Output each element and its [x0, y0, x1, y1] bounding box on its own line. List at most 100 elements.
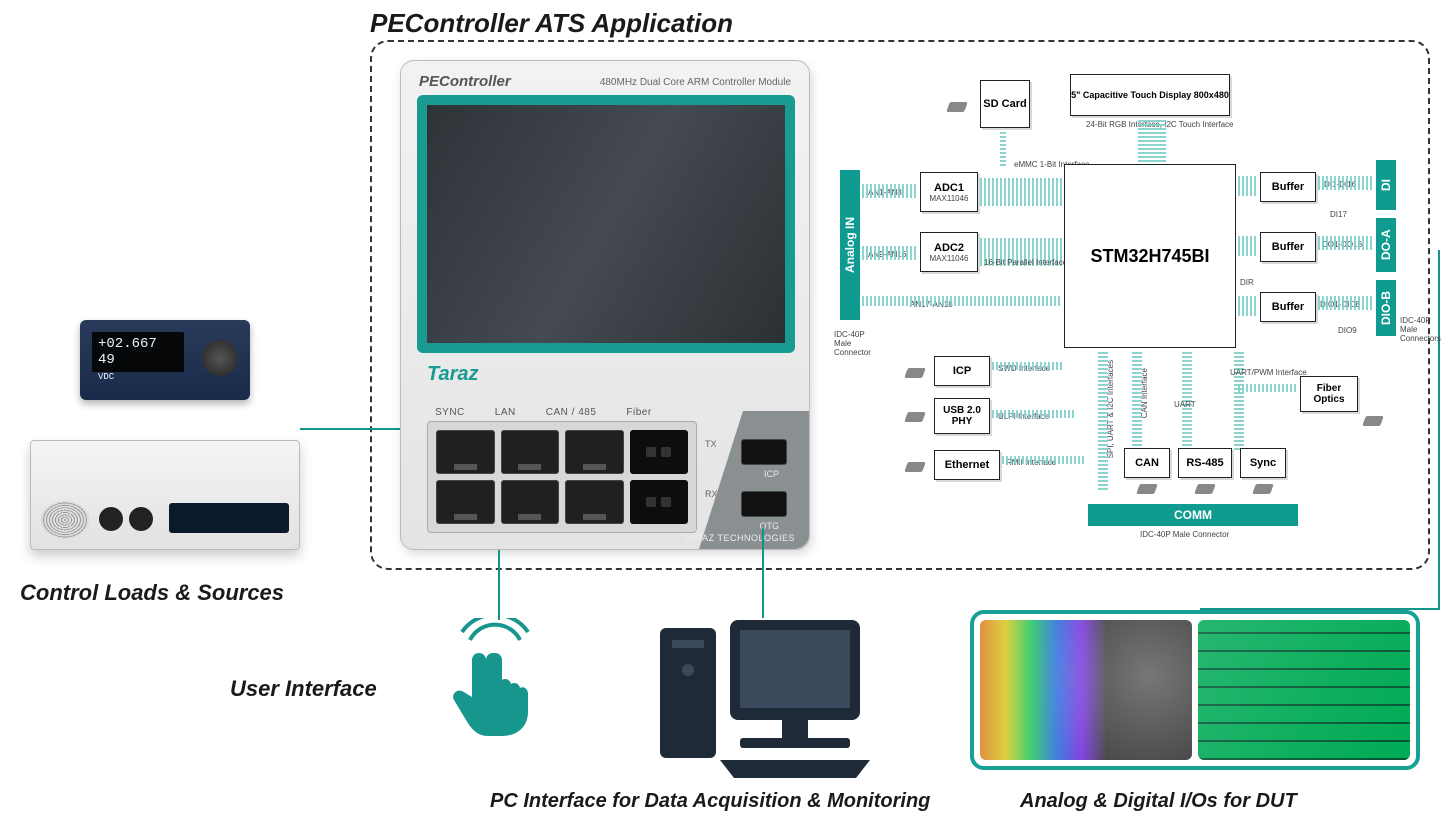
block-diagram: Analog IN IDC-40P Male Connector AN1-AN8…	[840, 60, 1420, 560]
flow-arrow-icon	[980, 178, 1064, 206]
fiber-block: Fiber Optics	[1300, 376, 1358, 412]
connector-icon	[1362, 416, 1384, 426]
rs485-label: RS-485	[1186, 457, 1223, 469]
flow-arrow-icon	[992, 410, 1074, 418]
eth-label: Ethernet	[945, 459, 990, 471]
can-label: CAN	[1135, 457, 1159, 469]
cpu-block: STM32H745BI	[1064, 164, 1236, 348]
icp-label: ICP	[953, 365, 971, 377]
tx-label: TX	[705, 439, 717, 449]
device-brand: Taraz	[427, 363, 479, 386]
flow-arrow-icon	[1138, 118, 1166, 166]
comm-bar: COMM	[1088, 504, 1298, 526]
adc2-label: ADC2	[934, 242, 964, 254]
buffer-label: Buffer	[1272, 181, 1304, 193]
fiber-label: Fiber Optics	[1301, 383, 1357, 405]
multimeter-knob-icon	[202, 340, 238, 376]
adc2-block: ADC2 MAX11046	[920, 232, 978, 272]
buffer-label: Buffer	[1272, 241, 1304, 253]
connector-icon	[946, 102, 968, 112]
connector-icon	[904, 368, 926, 378]
connector-icon	[1136, 484, 1158, 494]
connector-line	[300, 428, 400, 430]
device-footer: TARAZ TECHNOLOGIES	[683, 533, 795, 543]
port-label-lan: LAN	[495, 407, 516, 418]
multimeter-reading: +02.667 49	[98, 336, 157, 368]
connector-icon	[1252, 484, 1274, 494]
rs485-block: RS-485	[1178, 448, 1232, 478]
parallel-note: 16-Bit Parallel Interface	[984, 258, 1067, 267]
flow-arrow-icon	[1318, 236, 1374, 250]
connector-line	[1438, 250, 1440, 610]
dut-label: Analog & Digital I/Os for DUT	[1020, 790, 1297, 813]
adc2-sub: MAX11046	[930, 254, 969, 263]
pcb-photo-icon	[1198, 620, 1410, 760]
ui-label: User Interface	[230, 676, 377, 702]
pc-label: PC Interface for Data Acquisition & Moni…	[490, 790, 930, 813]
adc1-sub: MAX11046	[930, 194, 969, 203]
diagram-title: PEController ATS Application	[370, 8, 733, 39]
rack-display-icon	[169, 503, 289, 533]
fiber-port-icon	[630, 480, 689, 524]
dut-photo-box	[970, 610, 1420, 770]
flow-arrow-icon	[1318, 296, 1374, 310]
flow-arrow-icon	[1318, 176, 1374, 190]
rj45-port-icon	[565, 430, 624, 474]
eth-block: Ethernet	[934, 450, 1000, 480]
sd-label: SD Card	[983, 98, 1026, 110]
flow-arrow-icon	[1132, 350, 1142, 450]
connector-line	[762, 528, 764, 618]
device-corner-panel	[699, 411, 809, 549]
diob-bar: DIO-B	[1376, 280, 1396, 336]
oscilloscope-photo-icon	[980, 620, 1192, 760]
rj45-port-icon	[501, 480, 560, 524]
sync-block: Sync	[1240, 448, 1286, 478]
port-label-can: CAN / 485	[546, 407, 597, 418]
flow-arrow-icon	[1234, 350, 1244, 450]
sync-label: Sync	[1250, 457, 1276, 469]
usbphy-label: USB 2.0 PHY	[935, 405, 989, 427]
flow-arrow-icon	[862, 246, 918, 260]
multimeter-device: +02.667 49 VDC	[80, 320, 250, 400]
flow-arrow-icon	[862, 184, 918, 198]
touch-hand-icon	[440, 618, 550, 743]
device-touchscreen	[417, 95, 795, 353]
rj45-port-icon	[436, 430, 495, 474]
uart-note: UART	[1174, 400, 1196, 409]
usbphy-block: USB 2.0 PHY	[934, 398, 990, 434]
flow-arrow-icon	[992, 362, 1064, 370]
buffer-block: Buffer	[1260, 172, 1316, 202]
flow-arrow-icon	[862, 296, 1062, 306]
fiber-port-icon	[630, 430, 689, 474]
rj45-port-icon	[436, 480, 495, 524]
port-bank	[427, 421, 697, 533]
port-label-sync: SYNC	[435, 407, 465, 418]
multimeter-screen: +02.667 49 VDC	[92, 332, 184, 372]
rack-source-device	[30, 440, 300, 550]
connector-icon	[1194, 484, 1216, 494]
rj45-port-icon	[501, 430, 560, 474]
sd-block: SD Card	[980, 80, 1030, 128]
idc-bottom-note: IDC-40P Male Connector	[1140, 530, 1229, 539]
flow-arrow-icon	[1238, 296, 1258, 316]
pc-icon	[650, 610, 870, 785]
multimeter-unit: VDC	[98, 372, 114, 382]
device-subtitle: 480MHz Dual Core ARM Controller Module	[600, 77, 791, 88]
idc-left-note: IDC-40P Male Connector	[834, 330, 884, 357]
di-bar: DI	[1376, 160, 1396, 210]
port-label-fiber: Fiber	[626, 407, 651, 418]
icp-block: ICP	[934, 356, 990, 386]
connector-line	[498, 550, 500, 620]
dir-note: DIR	[1240, 278, 1254, 287]
rj45-port-icon	[565, 480, 624, 524]
dio9-note: DIO9	[1338, 326, 1357, 335]
adc1-label: ADC1	[934, 182, 964, 194]
analog-in-bar: Analog IN	[840, 170, 860, 320]
buffer-block: Buffer	[1260, 232, 1316, 262]
connector-icon	[904, 412, 926, 422]
display-block: 5" Capacitive Touch Display 800x480	[1070, 74, 1230, 116]
adc1-block: ADC1 MAX11046	[920, 172, 978, 212]
loads-label: Control Loads & Sources	[20, 580, 284, 606]
flow-arrow-icon	[1238, 176, 1258, 196]
buffer-label: Buffer	[1272, 301, 1304, 313]
